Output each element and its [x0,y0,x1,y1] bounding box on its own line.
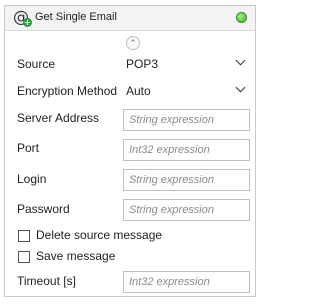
status-indicator [236,12,247,23]
source-label: Source [17,57,56,71]
timeout-input[interactable] [123,271,250,293]
chevron-up-icon: ⌃ [129,38,137,48]
password-input[interactable] [123,199,250,221]
login-label: Login [17,172,47,186]
encryption-method-label: Encryption Method [17,84,118,98]
at-sign-plus-icon: @ + [13,7,32,27]
timeout-label: Timeout [s] [17,274,76,288]
chevron-down-icon [235,82,246,93]
port-label: Port [17,141,40,155]
password-label: Password [17,202,70,216]
source-select[interactable]: POP3 [123,54,250,74]
activity-card: @ + Get Single Email ⌃ Source POP3 Encryp… [4,5,256,297]
encryption-method-select[interactable]: Auto [123,81,250,101]
server-address-label: Server Address [17,111,100,125]
activity-header: @ + Get Single Email [5,6,255,31]
server-address-input[interactable] [123,109,250,131]
activity-title: Get Single Email [35,11,117,23]
collapse-button[interactable]: ⌃ [126,36,140,50]
delete-source-checkbox[interactable] [18,230,30,242]
save-message-checkbox[interactable] [18,251,30,263]
chevron-down-icon [235,55,246,66]
save-message-label: Save message [36,249,116,263]
source-value: POP3 [126,57,159,71]
login-input[interactable] [123,169,250,191]
delete-source-label: Delete source message [36,228,163,242]
encryption-method-value: Auto [126,84,151,98]
port-input[interactable] [123,139,250,161]
